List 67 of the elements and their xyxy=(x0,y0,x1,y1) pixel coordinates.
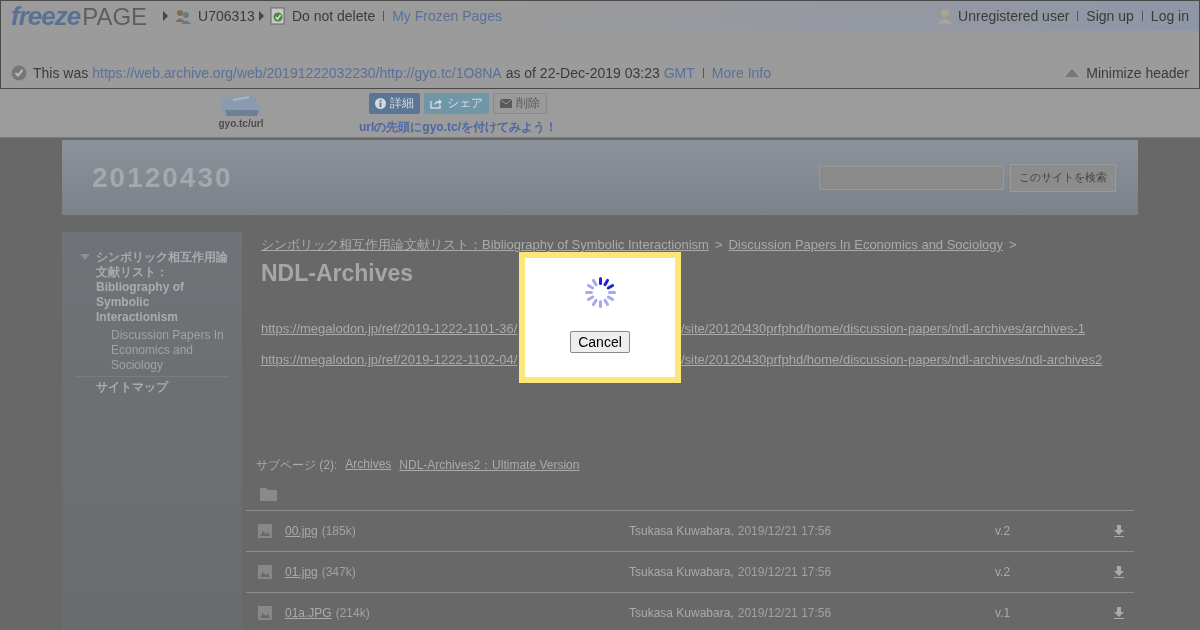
download-icon xyxy=(1114,566,1124,578)
file-size: (185k) xyxy=(321,524,356,538)
expand-arrow-icon[interactable] xyxy=(80,254,90,260)
url-link[interactable]: https://megalodon.jp/ref/2019-1222-1102-04/ xyxy=(261,352,518,367)
image-icon xyxy=(258,606,272,620)
logo-caption: gyo.tc/url xyxy=(218,118,264,129)
file-date: 2019/12/21 17:56 xyxy=(737,524,832,538)
subpages-label: サブページ (2): xyxy=(256,457,338,474)
users-icon xyxy=(174,8,193,24)
file-date: 2019/12/21 17:56 xyxy=(737,565,832,579)
breadcrumb-link[interactable]: Discussion Papers In Economics and Sociology xyxy=(728,237,1004,252)
file-version: v.2 xyxy=(995,524,1011,538)
sidebar-item[interactable]: シンボリック相互作用論文献リスト：Bibliography of Symbolic Interactionism xyxy=(96,250,228,325)
logo-text: PAGE xyxy=(82,2,148,31)
delete-button[interactable]: 削除 xyxy=(493,93,547,114)
archive-url-link[interactable]: https://web.archive.org/web/20191222032230/http://gyo.tc/1O8NA xyxy=(92,65,502,81)
user-status: Unregistered user xyxy=(958,8,1070,24)
log-in-link[interactable]: Log in xyxy=(1150,8,1189,24)
sign-up-link[interactable]: Sign up xyxy=(1086,8,1134,24)
archive-date: as of 22-Dec-2019 03:23 xyxy=(505,65,660,81)
info-button[interactable]: 詳細 xyxy=(369,93,420,114)
envelope-icon xyxy=(500,99,512,108)
timezone-link[interactable]: GMT xyxy=(663,65,695,81)
info-icon xyxy=(375,98,386,109)
loading-spinner-icon xyxy=(583,276,617,309)
more-info-link[interactable]: More Info xyxy=(711,65,771,81)
cancel-button[interactable]: Cancel xyxy=(570,331,630,353)
file-size: (347k) xyxy=(321,565,356,579)
url-link[interactable]: /site/20120430prfphd/home/discussion-papers/ndl-archives/archives-1 xyxy=(681,321,1085,336)
file-name[interactable]: 01.jpg xyxy=(285,565,318,579)
file-name[interactable]: 01a.JPG xyxy=(285,606,332,620)
subpage-link[interactable]: Archives xyxy=(345,457,392,474)
minimize-header-button[interactable]: Minimize header xyxy=(1065,65,1189,81)
subpage-link[interactable]: NDL-Archives2：Ultimate Version xyxy=(399,457,580,474)
status-text: Do not delete xyxy=(291,8,376,24)
search-button[interactable]: このサイトを検索 xyxy=(1010,163,1116,192)
document-check-icon xyxy=(269,7,286,25)
file-date: 2019/12/21 17:56 xyxy=(737,606,832,620)
sidebar-item[interactable]: サイトマップ xyxy=(96,380,168,395)
file-author: Tsukasa Kuwabara, xyxy=(629,524,734,538)
file-version: v.2 xyxy=(995,565,1011,579)
breadcrumb-link[interactable]: シンボリック相互作用論文献リスト：Bibliography of Symbolic Interactionism xyxy=(261,236,709,254)
user-id: U706313 xyxy=(198,8,255,24)
page-title: NDL-Archives xyxy=(261,260,415,287)
url-link[interactable]: /site/20120430prfphd/home/discussion-papers/ndl-archives/ndl-archives2 xyxy=(681,352,1103,367)
share-button[interactable]: シェア xyxy=(424,93,489,114)
share-icon xyxy=(430,98,443,109)
breadcrumb-separator: > xyxy=(714,237,723,252)
search-field[interactable] xyxy=(819,165,1004,190)
file-size: (214k) xyxy=(335,606,370,620)
file-author: Tsukasa Kuwabara, xyxy=(629,565,734,579)
breadcrumb-separator: > xyxy=(1009,237,1017,252)
check-icon xyxy=(11,65,27,81)
hint-text: urlの先頭にgyo.tc/を付けてみよう！ xyxy=(359,119,557,136)
archive-label: This was xyxy=(33,65,89,81)
image-icon xyxy=(258,565,272,579)
image-icon xyxy=(258,524,272,538)
download-icon xyxy=(1114,607,1124,619)
file-author: Tsukasa Kuwabara, xyxy=(629,606,734,620)
logo-text: freeze xyxy=(11,0,81,32)
triangle-up-icon xyxy=(1065,69,1080,77)
my-frozen-pages-link[interactable]: My Frozen Pages xyxy=(392,8,502,24)
folder-icon xyxy=(260,487,277,501)
url-link[interactable]: https://megalodon.jp/ref/2019-1222-1101-36/ xyxy=(261,321,518,336)
download-icon xyxy=(1114,525,1124,537)
file-name[interactable]: 00.jpg xyxy=(285,524,318,538)
file-version: v.1 xyxy=(995,606,1011,620)
